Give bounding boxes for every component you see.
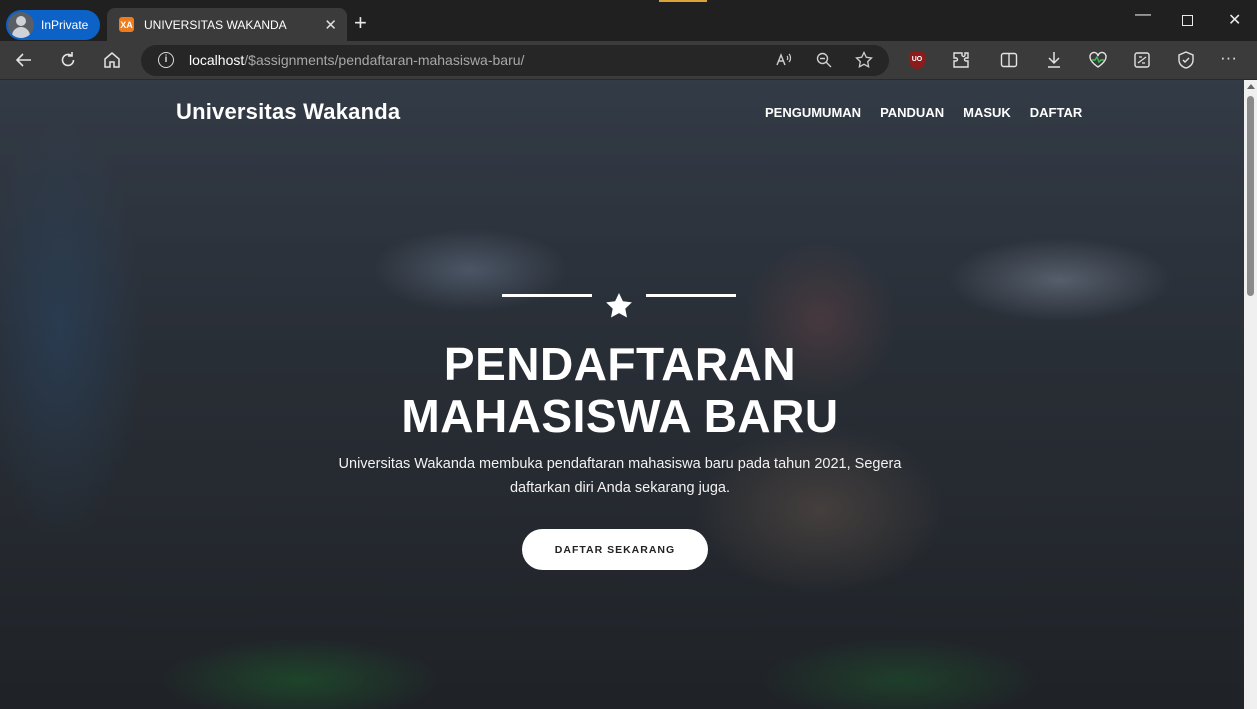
info-icon[interactable]: i — [158, 52, 174, 68]
new-tab-icon[interactable]: + — [354, 12, 367, 34]
browser-toolbar: i localhost/$assignments/pendaftaran-mah… — [0, 41, 1257, 80]
tab-title: UNIVERSITAS WAKANDA — [144, 17, 287, 32]
daftar-sekarang-button[interactable]: DAFTAR SEKARANG — [522, 529, 708, 570]
site-nav: PENGUMUMAN PANDUAN MASUK DAFTAR — [765, 105, 1082, 120]
nav-link-masuk[interactable]: MASUK — [963, 105, 1011, 120]
ublock-icon[interactable]: UO — [909, 52, 925, 69]
profile-avatar-icon — [8, 12, 34, 38]
divider-left — [502, 294, 592, 297]
minimize-icon[interactable]: — — [1135, 6, 1151, 24]
nav-link-pengumuman[interactable]: PENGUMUMAN — [765, 105, 861, 120]
hero-title-line-2: MAHASISWA BARU — [401, 390, 839, 442]
window-close-icon[interactable]: ✕ — [1228, 10, 1241, 30]
divider-right — [646, 294, 736, 297]
hero-section: Universitas Wakanda PENGUMUMAN PANDUAN M… — [0, 80, 1244, 709]
url-path: /$assignments/pendaftaran-mahasiswa-baru… — [244, 52, 525, 68]
home-icon[interactable] — [102, 50, 122, 75]
site-brand[interactable]: Universitas Wakanda — [176, 99, 400, 125]
inprivate-label: InPrivate — [41, 18, 89, 32]
accent-line — [659, 0, 707, 2]
xampp-favicon-icon: XA — [119, 17, 134, 32]
split-screen-icon[interactable] — [999, 50, 1019, 75]
downloads-icon[interactable] — [1044, 50, 1064, 75]
more-icon[interactable]: ··· — [1220, 48, 1237, 68]
url-host: localhost — [189, 52, 245, 68]
hero-title-line-1: PENDAFTARAN — [443, 338, 797, 390]
security-icon[interactable] — [1176, 50, 1196, 75]
nav-link-daftar[interactable]: DAFTAR — [1030, 105, 1082, 120]
hero-subtitle-line-2: daftarkan diri Anda sekarang juga. — [509, 480, 731, 496]
tab-close-icon[interactable]: ✕ — [324, 16, 337, 34]
screenshot-icon[interactable] — [1132, 50, 1152, 75]
hero-subtitle: Universitas Wakanda membuka pendaftaran … — [320, 452, 920, 500]
extensions-icon[interactable] — [951, 50, 971, 75]
back-icon[interactable] — [14, 50, 34, 75]
page-scrollbar[interactable] — [1244, 80, 1257, 709]
read-aloud-icon[interactable] — [775, 51, 793, 73]
scroll-up-arrow-icon[interactable] — [1247, 84, 1255, 89]
maximize-icon[interactable] — [1182, 15, 1193, 26]
zoom-icon[interactable] — [815, 51, 833, 73]
nav-link-panduan[interactable]: PANDUAN — [880, 105, 944, 120]
title-bar: InPrivate XA UNIVERSITAS WAKANDA ✕ + — ✕ — [0, 0, 1257, 41]
star-icon — [606, 293, 632, 318]
scrollbar-thumb[interactable] — [1247, 96, 1254, 296]
address-bar[interactable]: i localhost/$assignments/pendaftaran-mah… — [141, 45, 889, 76]
browser-tab[interactable]: XA UNIVERSITAS WAKANDA ✕ — [107, 8, 347, 41]
hero-title: PENDAFTARAN MAHASISWA BARU — [300, 338, 940, 442]
favorite-icon[interactable] — [855, 50, 873, 73]
hero-subtitle-line-1: Universitas Wakanda membuka pendaftaran … — [338, 456, 902, 472]
refresh-icon[interactable] — [58, 50, 78, 75]
inprivate-badge[interactable]: InPrivate — [6, 10, 100, 40]
url-text[interactable]: localhost/$assignments/pendaftaran-mahas… — [189, 52, 524, 68]
health-icon[interactable] — [1088, 50, 1108, 75]
